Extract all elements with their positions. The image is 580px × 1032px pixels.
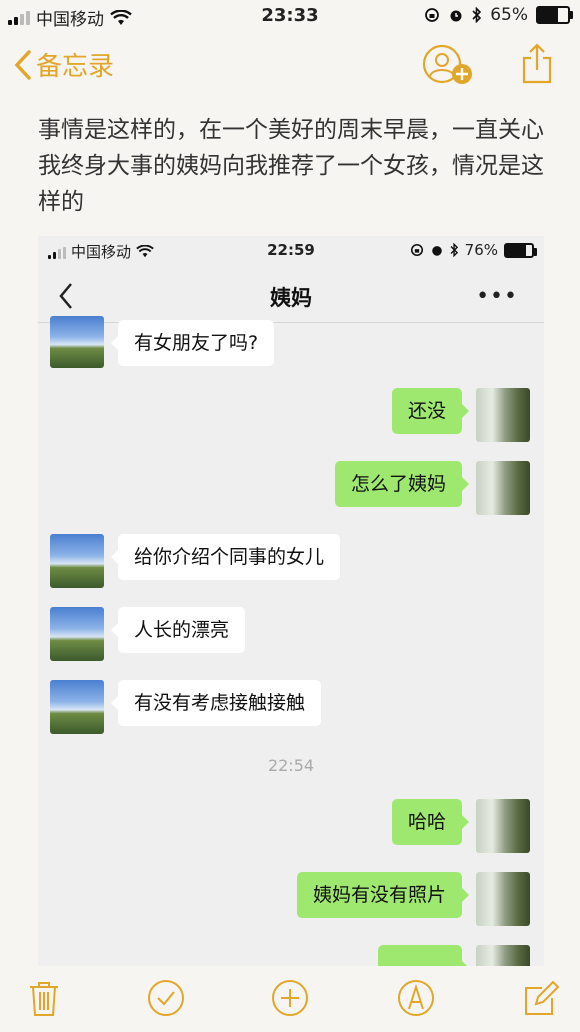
add-people-icon[interactable] [422, 44, 474, 86]
chat-header: 姨妈 ••• [38, 270, 544, 323]
avatar [50, 680, 104, 734]
chat-title: 姨妈 [270, 286, 312, 310]
checklist-icon[interactable] [146, 978, 186, 1018]
orientation-lock-icon [425, 8, 440, 22]
chat-bluetooth-icon [450, 243, 458, 257]
message-bubble: 给你介绍个同事的女儿 [110, 534, 341, 580]
battery-icon [536, 6, 573, 24]
chat-status-bar: 中国移动 22:59 76% [38, 236, 544, 266]
message-timestamp: 22:54 [267, 756, 315, 775]
chat-orientation-lock-icon [410, 243, 423, 257]
avatar [50, 316, 104, 368]
message-bubble: 姨妈有没有照片 [296, 872, 470, 918]
back-label: 备忘录 [36, 52, 115, 82]
message-bubble: 有没有考虑接触接触 [110, 680, 322, 726]
compose-icon[interactable] [522, 978, 562, 1018]
add-icon[interactable] [270, 978, 310, 1018]
share-icon[interactable] [520, 42, 554, 84]
trash-icon[interactable] [24, 978, 64, 1018]
chat-alarm-icon [431, 246, 442, 256]
chat-battery-icon [504, 242, 537, 258]
status-bar: 中国移动 23:33 65% [0, 0, 580, 34]
chevron-left-icon [14, 49, 31, 80]
avatar [476, 799, 530, 853]
avatar [50, 534, 104, 588]
message-bubble: 有女朋友了吗? [110, 320, 275, 366]
chat-battery-percent: 76% [464, 241, 498, 259]
more-icon: ••• [476, 284, 518, 309]
message-bubble: 人长的漂亮 [110, 607, 246, 653]
note-body[interactable]: 事情是这样的，在一个美好的周末早晨，一直关心我终身大事的姨妈向我推荐了一个女孩，… [38, 112, 548, 220]
message-bubble: 还没 [391, 388, 470, 434]
avatar [476, 388, 530, 442]
chat-status-right: 76% [410, 241, 537, 259]
message-bubble: 怎么了姨妈 [334, 461, 470, 507]
back-button[interactable]: 备忘录 [14, 46, 114, 83]
battery-percent: 65% [490, 5, 528, 25]
bluetooth-icon [472, 7, 482, 23]
avatar [50, 607, 104, 661]
bottom-toolbar [0, 972, 580, 1032]
status-right: 65% [424, 5, 573, 25]
embedded-chat-screenshot: 中国移动 22:59 76% 姨妈 ••• 有女朋友了吗? 还没 怎么了姨妈 给… [38, 236, 544, 966]
alarm-icon [450, 10, 462, 22]
message-bubble-partial [378, 945, 469, 966]
markup-pen-icon[interactable] [396, 978, 436, 1018]
avatar [476, 461, 530, 515]
avatar [476, 872, 530, 926]
message-bubble: 哈哈 [391, 799, 470, 845]
avatar [476, 945, 530, 966]
nav-bar: 备忘录 [0, 40, 580, 92]
